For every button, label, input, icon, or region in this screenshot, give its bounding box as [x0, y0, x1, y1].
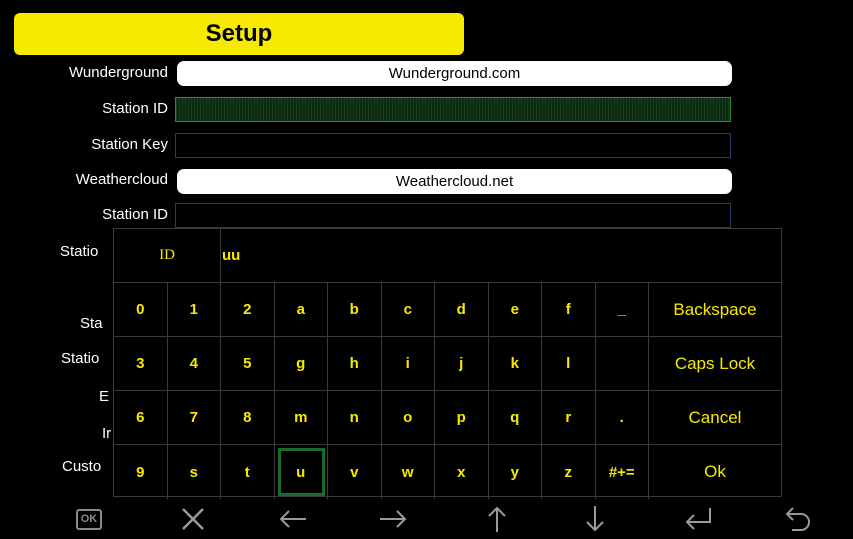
key-0[interactable]: 0: [114, 283, 168, 337]
key-t[interactable]: t: [221, 445, 275, 499]
key-c[interactable]: c: [381, 283, 435, 337]
right-button[interactable]: [368, 504, 418, 534]
arrow-up-icon: [488, 506, 506, 532]
ok-icon: OK: [76, 508, 102, 530]
keyboard-input-bar: ID uu: [114, 229, 781, 283]
key-x[interactable]: x: [435, 445, 489, 499]
key-_[interactable]: _: [595, 283, 649, 337]
key-l[interactable]: l: [542, 337, 596, 391]
ok-button[interactable]: OK: [64, 504, 114, 534]
close-button[interactable]: [168, 504, 218, 534]
key-blank: [595, 337, 649, 391]
key-u[interactable]: u: [275, 445, 328, 499]
weathercloud-link-button[interactable]: Weathercloud.net: [177, 169, 732, 194]
row7-label: Sta: [80, 315, 103, 332]
page-title: Setup: [14, 13, 464, 55]
key-#+=[interactable]: #+=: [596, 445, 649, 499]
cancel-key[interactable]: Cancel: [649, 391, 781, 445]
key-n[interactable]: n: [328, 391, 382, 445]
arrow-right-icon: [380, 510, 407, 528]
key-2[interactable]: 2: [221, 283, 275, 337]
key-a[interactable]: a: [274, 283, 328, 337]
arrow-left-icon: [279, 510, 306, 528]
station-id-input[interactable]: [175, 97, 731, 122]
keyboard-input-value[interactable]: uu: [222, 229, 240, 282]
key-w[interactable]: w: [382, 445, 435, 499]
station-key-label: Station Key: [91, 136, 168, 153]
weathercloud-station-id-label: Station ID: [102, 206, 168, 223]
left-button[interactable]: [268, 504, 318, 534]
station-id-label: Station ID: [102, 100, 168, 117]
weathercloud-key-label: Statio: [60, 243, 99, 260]
key-i[interactable]: i: [381, 337, 435, 391]
key-7[interactable]: 7: [167, 391, 221, 445]
key-z[interactable]: z: [542, 445, 596, 499]
key-k[interactable]: k: [488, 337, 542, 391]
row11-label: Custo: [62, 458, 102, 475]
key-5[interactable]: 5: [221, 337, 275, 391]
key-6[interactable]: 6: [114, 391, 168, 445]
key-b[interactable]: b: [328, 283, 382, 337]
key-g[interactable]: g: [274, 337, 328, 391]
keyboard-field-name: ID: [114, 229, 221, 282]
key-3[interactable]: 3: [114, 337, 168, 391]
enter-button[interactable]: [674, 504, 724, 534]
key-d[interactable]: d: [435, 283, 489, 337]
key-o[interactable]: o: [381, 391, 435, 445]
key-v[interactable]: v: [328, 445, 382, 499]
key-j[interactable]: j: [435, 337, 489, 391]
key-s[interactable]: s: [168, 445, 221, 499]
close-icon: [182, 508, 204, 530]
wunderground-link-button[interactable]: Wunderground.com: [177, 61, 732, 86]
caps-lock-key[interactable]: Caps Lock: [649, 337, 781, 391]
station-key-input[interactable]: [175, 133, 731, 158]
key-r[interactable]: r: [542, 391, 596, 445]
key-y[interactable]: y: [489, 445, 542, 499]
arrow-down-icon: [586, 506, 604, 532]
key-q[interactable]: q: [488, 391, 542, 445]
key-p[interactable]: p: [435, 391, 489, 445]
row10-label: Ir: [102, 425, 112, 442]
row8-label: Statio: [61, 350, 100, 367]
enter-icon: [685, 508, 711, 530]
key-h[interactable]: h: [328, 337, 382, 391]
key-.[interactable]: .: [595, 391, 649, 445]
key-m[interactable]: m: [274, 391, 328, 445]
key-e[interactable]: e: [488, 283, 542, 337]
key-f[interactable]: f: [542, 283, 596, 337]
down-button[interactable]: [570, 504, 620, 534]
key-8[interactable]: 8: [221, 391, 275, 445]
up-button[interactable]: [472, 504, 522, 534]
backspace-key[interactable]: Backspace: [649, 283, 781, 337]
undo-icon: [785, 507, 810, 531]
key-1[interactable]: 1: [167, 283, 221, 337]
back-button[interactable]: [773, 504, 823, 534]
row9-label: E: [99, 388, 110, 405]
on-screen-keyboard: ID uu 0 1 2 a b c d e f _ Backspace 3 4 5 g h i j k l Caps L…: [113, 228, 782, 499]
weathercloud-station-id-input[interactable]: [175, 203, 731, 228]
weathercloud-label: Weathercloud: [75, 171, 168, 188]
key-9[interactable]: 9: [114, 445, 168, 499]
ok-key[interactable]: Ok: [649, 445, 781, 499]
key-4[interactable]: 4: [167, 337, 221, 391]
wunderground-label: Wunderground: [69, 64, 168, 81]
